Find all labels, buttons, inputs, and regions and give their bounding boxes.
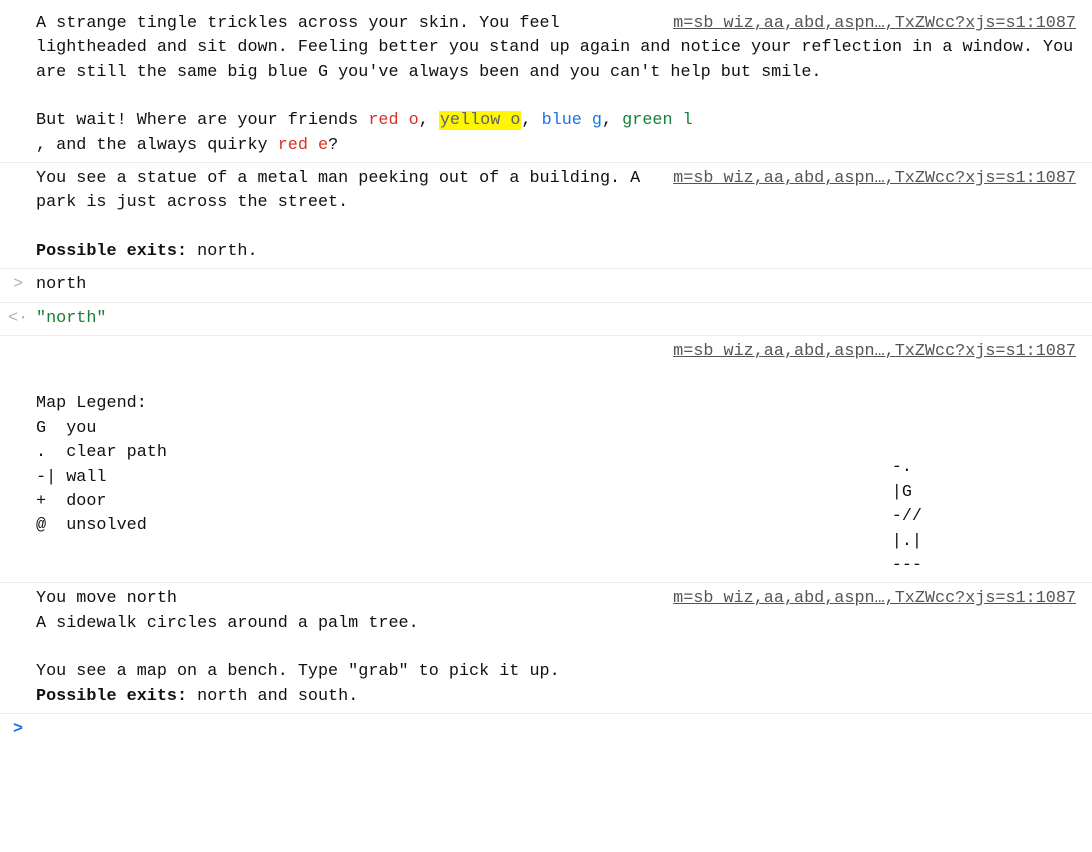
map-legend: Map Legend: G you. clear path-| wall+ do… [36,392,167,538]
story-text: A strange tingle trickles across [36,14,358,33]
exits-value: north. [187,242,258,261]
friend-letter: yellow o [439,111,522,130]
legend-row: . clear path [36,441,167,465]
game-terminal: m=sb_wiz,aa,abd,aspn…,TxZWcc?xjs=s1:1087… [0,0,1092,742]
legend-row: -| wall [36,466,167,490]
prompt-icon: > [8,273,28,297]
story-text: ? [328,136,338,155]
exits-value: north and south. [187,687,358,706]
legend-desc: you [66,419,96,438]
story-block-move-north: m=sb_wiz,aa,abd,aspn…,TxZWcc?xjs=s1:1087… [0,582,1092,713]
debug-link[interactable]: m=sb_wiz,aa,abd,aspn…,TxZWcc?xjs=s1:1087 [673,167,1076,191]
legend-symbol: + [36,492,66,511]
echo-icon: <· [8,307,28,331]
prompt-icon: > [8,718,28,742]
friend-letter: blue g [542,111,602,130]
debug-link[interactable]: m=sb_wiz,aa,abd,aspn…,TxZWcc?xjs=s1:1087 [673,12,1076,36]
story-text: A sidewalk circles around a palm tree. [36,614,419,633]
legend-desc: clear path [66,443,167,462]
story-text: , and the always quirky [36,136,278,155]
story-block-intro: m=sb_wiz,aa,abd,aspn…,TxZWcc?xjs=s1:1087… [0,8,1092,162]
legend-symbol: -| [36,468,66,487]
story-block-statue: m=sb_wiz,aa,abd,aspn…,TxZWcc?xjs=s1:1087… [0,162,1092,268]
command-input-line[interactable]: > north [0,268,1092,301]
debug-link[interactable]: m=sb_wiz,aa,abd,aspn…,TxZWcc?xjs=s1:1087 [673,340,1076,364]
legend-symbol: G [36,419,66,438]
legend-row: @ unsolved [36,514,167,538]
command-echo-line: <· "north" [0,302,1092,335]
legend-row: + door [36,490,167,514]
legend-symbol: . [36,443,66,462]
friend-letter: red o [368,111,418,130]
legend-row: G you [36,417,167,441]
legend-desc: wall [66,468,106,487]
story-text: But wait! Where are your friends [36,111,368,130]
legend-desc: unsolved [66,516,147,535]
legend-symbol: @ [36,516,66,535]
entered-command: north [36,275,86,294]
echo-text: "north" [36,309,107,328]
friend-letter: red e [278,136,328,155]
story-text: You see a map on a bench. Type "grab" to… [36,662,560,681]
story-text: You see a statue of a metal man [36,169,348,188]
friend-letter: green l [622,111,693,130]
ascii-map: -. |G -// |.| --- [892,456,922,578]
legend-desc: door [66,492,106,511]
exits-label: Possible exits: [36,687,187,706]
active-prompt[interactable]: > [0,713,1092,722]
debug-link[interactable]: m=sb_wiz,aa,abd,aspn…,TxZWcc?xjs=s1:1087 [673,587,1076,611]
map-block: m=sb_wiz,aa,abd,aspn…,TxZWcc?xjs=s1:1087… [0,335,1092,582]
exits-label: Possible exits: [36,242,187,261]
story-text: You move north [36,589,177,608]
legend-title: Map Legend: [36,392,167,416]
